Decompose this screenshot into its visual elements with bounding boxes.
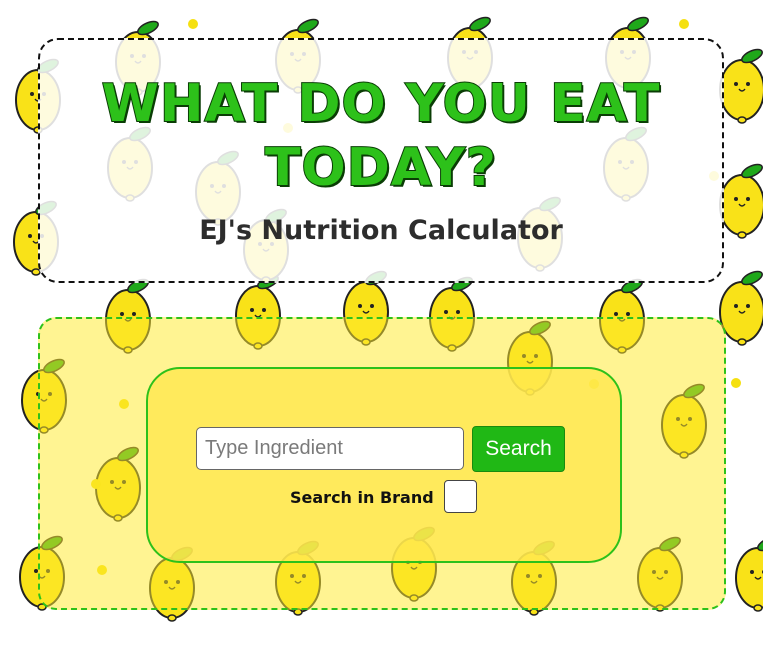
- page-title-line-2: TODAY?: [264, 138, 497, 198]
- search-in-brand-label: Search in Brand: [290, 488, 434, 507]
- lemon-icon: [719, 270, 763, 346]
- dot-decoration: [679, 19, 689, 29]
- ingredient-search-input[interactable]: [196, 427, 464, 470]
- dot-decoration: [188, 19, 198, 29]
- search-form-card: Search Search in Brand: [146, 367, 622, 563]
- search-panel: Search Search in Brand: [38, 317, 726, 610]
- header-card: WHAT DO YOU EAT TODAY? EJ's Nutrition Ca…: [38, 38, 724, 283]
- lemon-icon: [719, 163, 763, 239]
- page-title-line-1: WHAT DO YOU EAT: [101, 74, 661, 134]
- search-in-brand-checkbox[interactable]: [444, 480, 477, 513]
- lemon-icon: [735, 536, 763, 612]
- page-subtitle: EJ's Nutrition Calculator: [199, 215, 563, 246]
- lemon-icon: [719, 48, 763, 124]
- search-button[interactable]: Search: [472, 426, 565, 472]
- dot-decoration: [731, 378, 741, 388]
